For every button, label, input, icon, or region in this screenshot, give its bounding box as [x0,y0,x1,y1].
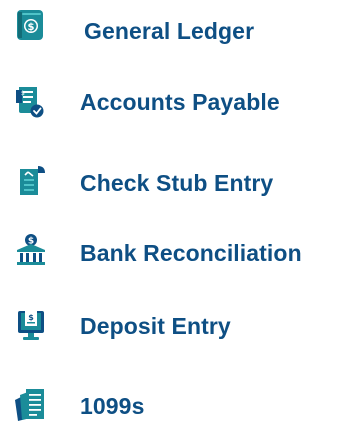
menu-item-label: Accounts Payable [80,89,280,115]
menu-item-label: Check Stub Entry [80,170,274,196]
svg-text:$: $ [28,313,34,322]
menu-item-bank-reconciliation[interactable]: $ Bank Reconciliation [0,230,343,276]
menu-item-label: Bank Reconciliation [80,240,302,266]
menu-item-general-ledger[interactable]: $ General Ledger [0,8,343,54]
menu-item-1099s[interactable]: 1099s [0,383,343,429]
menu-item-label: 1099s [80,393,145,419]
menu-item-check-stub-entry[interactable]: Check Stub Entry [0,160,343,206]
menu-item-label: General Ledger [84,18,255,44]
tax-forms-icon [12,386,48,422]
ledger-book-icon: $ [12,8,48,44]
check-stub-icon [14,163,50,199]
bank-icon: $ [14,232,50,268]
invoice-check-icon: $ [12,83,48,119]
svg-text:$: $ [21,90,25,97]
menu-item-accounts-payable[interactable]: $ Accounts Payable [0,79,343,125]
deposit-terminal-icon: $ [14,307,50,343]
menu-item-deposit-entry[interactable]: $ Deposit Entry [0,305,343,351]
menu-item-label: Deposit Entry [80,313,231,339]
svg-text:$: $ [28,22,35,33]
